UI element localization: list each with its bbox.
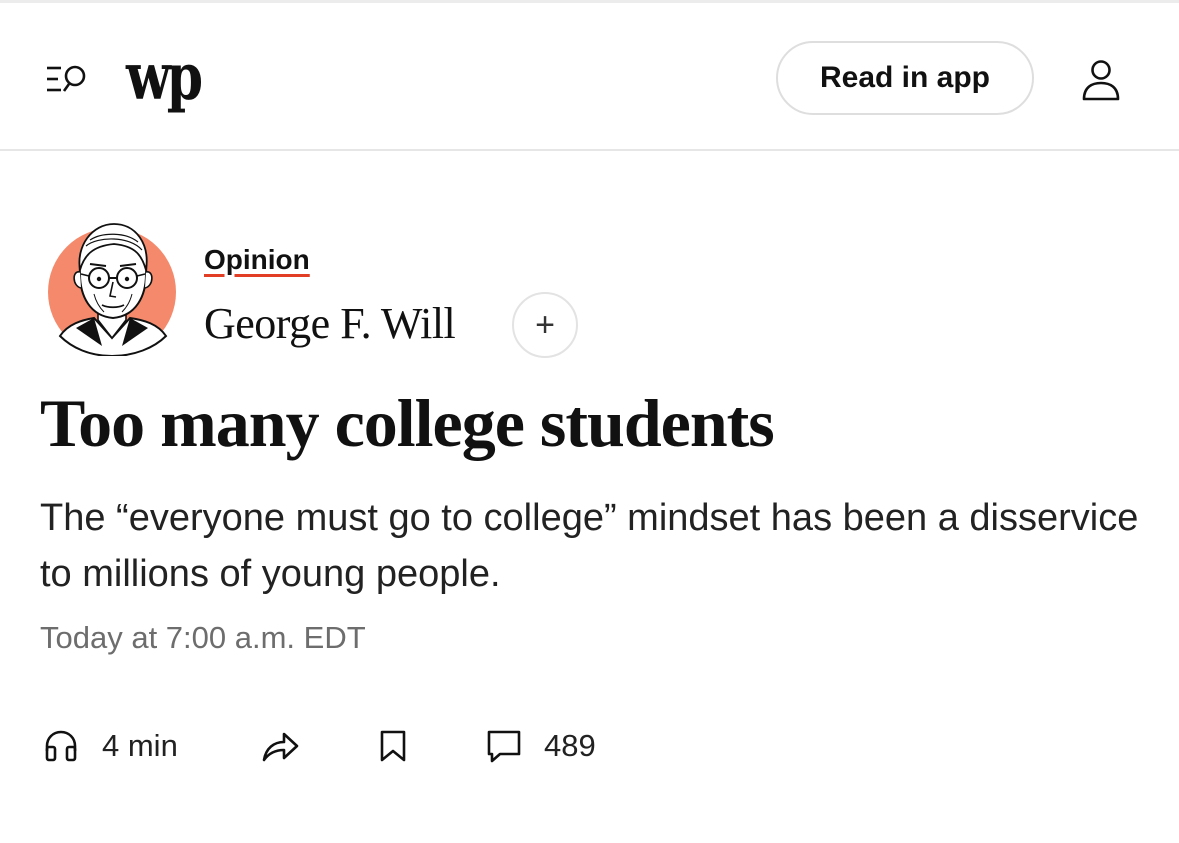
section-label-opinion[interactable]: Opinion [204, 244, 310, 276]
read-in-app-button[interactable]: Read in app [776, 41, 1034, 115]
site-header: wp Read in app [0, 3, 1179, 151]
menu-search-button[interactable] [44, 59, 90, 99]
bookmark-button[interactable] [378, 718, 408, 774]
author-name[interactable]: George F. Will [204, 298, 456, 349]
person-icon [1082, 60, 1120, 101]
comment-count: 489 [544, 728, 596, 763]
menu-search-icon [47, 65, 86, 92]
article-dek: The “everyone must go to college” mindse… [40, 497, 1139, 595]
comment-icon [487, 730, 521, 763]
bookmark-icon [380, 730, 406, 762]
washington-post-logo[interactable]: wp [126, 44, 203, 133]
article-timestamp: Today at 7:00 a.m. EDT [40, 620, 366, 655]
author-avatar[interactable] [46, 216, 178, 356]
listen-button[interactable]: 4 min [44, 718, 178, 774]
share-button[interactable] [260, 718, 300, 774]
share-icon [262, 732, 299, 762]
article-headline: Too many college students [40, 385, 775, 461]
account-button[interactable] [1080, 58, 1122, 102]
follow-author-button[interactable]: + [512, 292, 578, 358]
article-action-bar: 4 min 489 [40, 718, 740, 774]
headphones-icon [45, 730, 77, 762]
listen-duration: 4 min [102, 728, 178, 763]
comments-button[interactable]: 489 [486, 718, 596, 774]
